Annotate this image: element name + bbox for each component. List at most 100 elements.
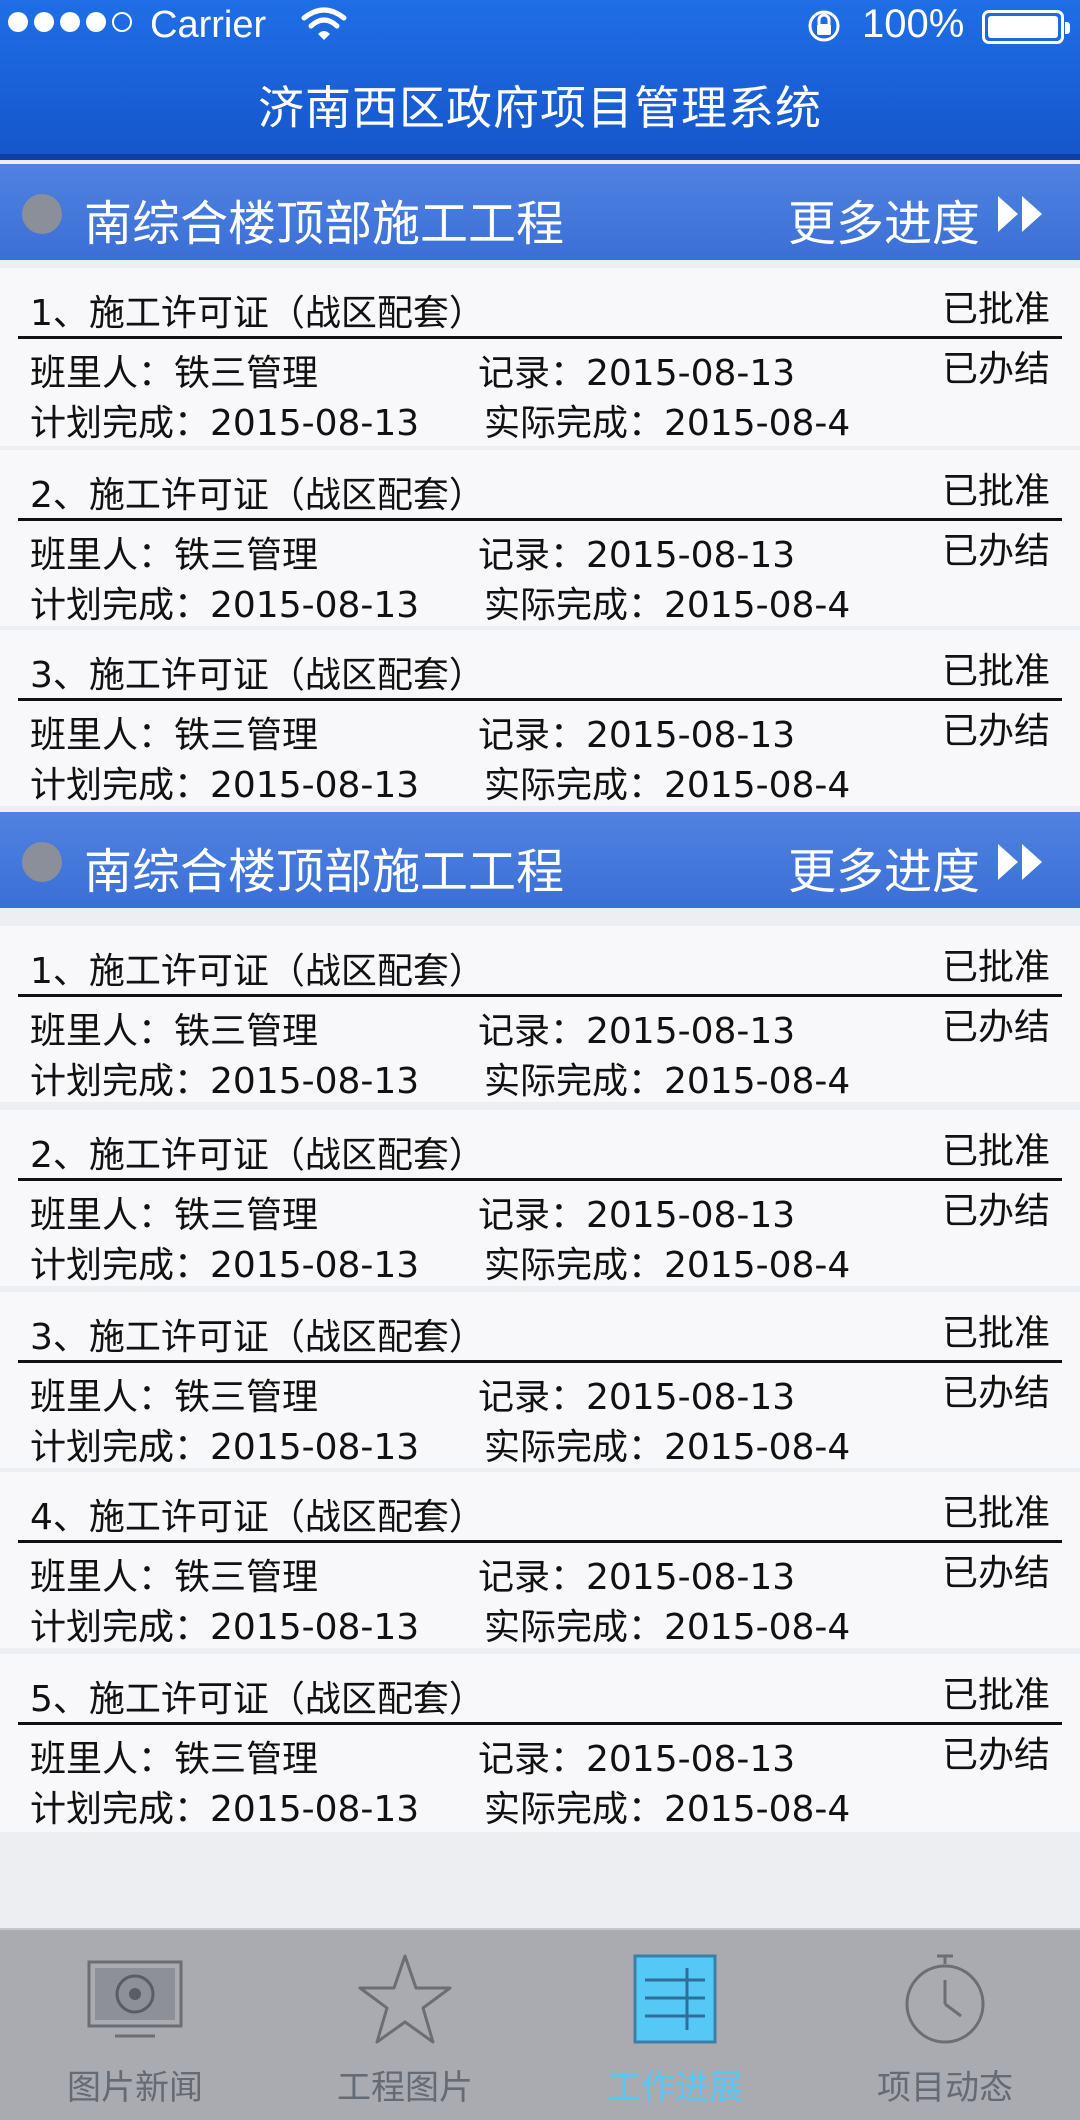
completion-status: 已办结 <box>941 1007 1050 1048</box>
planned-completion: 计划完成：2015-08-13 <box>30 1789 420 1830</box>
progress-item-card[interactable]: 2、施工许可证（战区配套） 已批准 班里人：铁三管理 记录：2015-08-13… <box>0 1110 1080 1286</box>
completion-status: 已办结 <box>941 1373 1050 1414</box>
item-divider <box>18 336 1062 339</box>
item-divider <box>18 1360 1062 1363</box>
tab-work-progress[interactable]: 工作进展 <box>540 1930 810 2120</box>
more-progress-link[interactable]: 更多进度 <box>788 184 980 254</box>
approval-status: 已批准 <box>941 1131 1050 1172</box>
item-divider <box>18 994 1062 997</box>
double-chevron-right-icon[interactable] <box>994 840 1050 884</box>
page-title: 济南西区政府项目管理系统 <box>258 81 822 135</box>
completion-status: 已办结 <box>941 711 1050 752</box>
record-date: 记录：2015-08-13 <box>478 1377 796 1418</box>
record-date: 记录：2015-08-13 <box>478 353 796 394</box>
approval-status: 已批准 <box>941 289 1050 330</box>
battery-percentage: 100% <box>862 2 965 46</box>
project-title: 南综合楼顶部施工工程 <box>84 196 565 252</box>
tab-label: 工程图片 <box>337 2068 473 2108</box>
item-name: 2、施工许可证（战区配套） <box>30 1135 485 1176</box>
item-name: 3、施工许可证（战区配套） <box>30 655 485 696</box>
item-name: 5、施工许可证（战区配套） <box>30 1679 485 1720</box>
tab-label: 图片新闻 <box>67 2068 203 2108</box>
planned-completion: 计划完成：2015-08-13 <box>30 1061 420 1102</box>
handler-text: 班里人：铁三管理 <box>30 1011 319 1052</box>
completion-status: 已办结 <box>941 1735 1050 1776</box>
actual-completion: 实际完成：2015-08-4 <box>484 1061 851 1102</box>
handler-text: 班里人：铁三管理 <box>30 353 319 394</box>
item-name: 1、施工许可证（战区配套） <box>30 293 485 334</box>
item-name: 3、施工许可证（战区配套） <box>30 1317 485 1358</box>
bullet-icon <box>22 194 62 234</box>
bullet-icon <box>22 842 62 882</box>
actual-completion: 实际完成：2015-08-4 <box>484 1607 851 1648</box>
handler-text: 班里人：铁三管理 <box>30 1739 319 1780</box>
star-icon <box>358 1954 452 2044</box>
handler-text: 班里人：铁三管理 <box>30 1557 319 1598</box>
item-name: 2、施工许可证（战区配套） <box>30 475 485 516</box>
tab-label: 工作进展 <box>607 2068 743 2108</box>
signal-strength-icon <box>8 12 132 32</box>
clock-icon <box>905 1954 985 2044</box>
tab-label: 项目动态 <box>877 2068 1013 2108</box>
item-divider <box>18 1178 1062 1181</box>
approval-status: 已批准 <box>941 471 1050 512</box>
progress-item-card[interactable]: 3、施工许可证（战区配套） 已批准 班里人：铁三管理 记录：2015-08-13… <box>0 630 1080 806</box>
tab-bar: 图片新闻 工程图片 工作进展 项目动态 <box>0 1928 1080 2120</box>
more-progress-link[interactable]: 更多进度 <box>788 832 980 902</box>
progress-item-card[interactable]: 2、施工许可证（战区配套） 已批准 班里人：铁三管理 记录：2015-08-13… <box>0 450 1080 626</box>
item-name: 1、施工许可证（战区配套） <box>30 951 485 992</box>
tab-project-pictures[interactable]: 工程图片 <box>270 1930 540 2120</box>
handler-text: 班里人：铁三管理 <box>30 715 319 756</box>
progress-item-card[interactable]: 4、施工许可证（战区配套） 已批准 班里人：铁三管理 记录：2015-08-13… <box>0 1472 1080 1648</box>
status-bar: Carrier 100% <box>0 0 1080 52</box>
record-date: 记录：2015-08-13 <box>478 1739 796 1780</box>
double-chevron-right-icon[interactable] <box>994 192 1050 236</box>
wifi-icon <box>301 7 347 40</box>
handler-text: 班里人：铁三管理 <box>30 1195 319 1236</box>
actual-completion: 实际完成：2015-08-4 <box>484 1245 851 1286</box>
battery-icon <box>982 10 1070 44</box>
carrier-label: Carrier <box>150 4 267 46</box>
progress-item-card[interactable]: 5、施工许可证（战区配套） 已批准 班里人：铁三管理 记录：2015-08-13… <box>0 1654 1080 1832</box>
item-divider <box>18 1540 1062 1543</box>
completion-status: 已办结 <box>941 349 1050 390</box>
record-date: 记录：2015-08-13 <box>478 715 796 756</box>
header-divider <box>0 154 1080 160</box>
record-date: 记录：2015-08-13 <box>478 1557 796 1598</box>
approval-status: 已批准 <box>941 1675 1050 1716</box>
item-divider <box>18 1722 1062 1725</box>
approval-status: 已批准 <box>941 1493 1050 1534</box>
actual-completion: 实际完成：2015-08-4 <box>484 585 851 626</box>
item-name: 4、施工许可证（战区配套） <box>30 1497 485 1538</box>
progress-item-card[interactable]: 1、施工许可证（战区配套） 已批准 班里人：铁三管理 记录：2015-08-13… <box>0 268 1080 446</box>
actual-completion: 实际完成：2015-08-4 <box>484 765 851 806</box>
progress-grid-icon <box>633 1954 717 2044</box>
record-date: 记录：2015-08-13 <box>478 535 796 576</box>
record-date: 记录：2015-08-13 <box>478 1011 796 1052</box>
item-divider <box>18 518 1062 521</box>
monitor-icon <box>87 1960 183 2038</box>
progress-item-card[interactable]: 1、施工许可证（战区配套） 已批准 班里人：铁三管理 记录：2015-08-13… <box>0 926 1080 1102</box>
rotation-lock-icon <box>808 10 840 42</box>
project-section-header: 南综合楼顶部施工工程 更多进度 <box>0 812 1080 908</box>
approval-status: 已批准 <box>941 947 1050 988</box>
planned-completion: 计划完成：2015-08-13 <box>30 585 420 626</box>
planned-completion: 计划完成：2015-08-13 <box>30 1245 420 1286</box>
planned-completion: 计划完成：2015-08-13 <box>30 1427 420 1468</box>
planned-completion: 计划完成：2015-08-13 <box>30 765 420 806</box>
tab-project-news[interactable]: 项目动态 <box>810 1930 1080 2120</box>
completion-status: 已办结 <box>941 1191 1050 1232</box>
tab-picture-news[interactable]: 图片新闻 <box>0 1930 270 2120</box>
completion-status: 已办结 <box>941 1553 1050 1594</box>
planned-completion: 计划完成：2015-08-13 <box>30 1607 420 1648</box>
approval-status: 已批准 <box>941 1313 1050 1354</box>
item-divider <box>18 698 1062 701</box>
project-title: 南综合楼顶部施工工程 <box>84 844 565 900</box>
handler-text: 班里人：铁三管理 <box>30 1377 319 1418</box>
app-header: Carrier 100% 济南西区政府项目管理系统 <box>0 0 1080 160</box>
approval-status: 已批准 <box>941 651 1050 692</box>
progress-item-card[interactable]: 3、施工许可证（战区配套） 已批准 班里人：铁三管理 记录：2015-08-13… <box>0 1292 1080 1468</box>
planned-completion: 计划完成：2015-08-13 <box>30 403 420 444</box>
actual-completion: 实际完成：2015-08-4 <box>484 1427 851 1468</box>
project-section-header: 南综合楼顶部施工工程 更多进度 <box>0 164 1080 260</box>
